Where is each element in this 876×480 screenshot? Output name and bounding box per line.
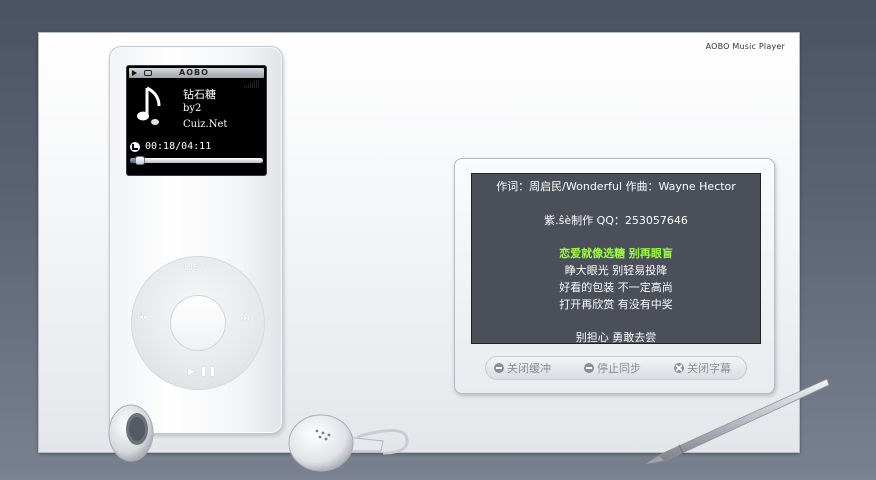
player-screen: AOBO 钻石糖 by2 Cuiz.Net 00:18/04:11 [126,65,267,176]
center-select-button[interactable] [170,295,226,351]
next-track-icon[interactable]: ⏭ [240,313,249,324]
player-panel: AOBO Music Player AOBO 钻石糖 by2 Cuiz.Net [38,32,830,472]
status-bar: AOBO [129,68,264,88]
lyrics-window: 作词：周启民/Wonderful 作曲：Wayne Hector 紫.ŝè制作 … [454,158,775,394]
stop-sync-label: 停止同步 [597,362,641,375]
menu-list-button[interactable]: LIST [184,263,207,273]
progress-bar[interactable] [130,156,263,165]
lyric-line: 作词：周启民/Wonderful 作曲：Wayne Hector [496,180,736,193]
close-buffer-button[interactable]: 关闭缓冲 [494,361,551,375]
track-site: Cuiz.Net [183,119,228,130]
lyric-line: 紫.ŝè制作 QQ：253057646 [544,214,688,227]
earbud-left-icon [108,404,154,462]
minus-circle-icon [584,363,594,373]
brand-label: AOBO [179,68,209,77]
previous-track-icon[interactable]: ⏮ [138,313,147,324]
stop-sync-button[interactable]: 停止同步 [584,361,641,375]
signal-icon [244,69,260,88]
music-note-icon [137,86,161,125]
lyric-line: 打开再欣赏 有没有中奖 [559,298,673,311]
clock-icon [130,142,140,152]
progress-knob[interactable] [134,156,145,165]
lyric-line: 别担心 勇敢去尝 [575,331,657,344]
stylus-pen-icon [642,378,830,466]
lyric-line: 睁大眼光 别轻易投降 [564,264,668,277]
lyric-line: 好看的包装 不一定高尚 [559,281,673,294]
music-player-device: AOBO 钻石糖 by2 Cuiz.Net 00:18/04:11 LIST ⏮… [109,46,283,434]
minus-circle-icon [494,363,504,373]
play-pause-icon[interactable]: ▶ ❚❚ [188,367,217,377]
play-icon [132,70,137,76]
time-display: 00:18/04:11 [145,141,212,152]
close-buffer-label: 关闭缓冲 [507,362,551,375]
app-title: AOBO Music Player [705,42,785,51]
earbud-right-icon [288,414,409,472]
track-title: 钻石糖 [183,88,216,101]
repeat-icon [144,70,152,76]
track-artist: by2 [183,103,202,114]
click-wheel[interactable]: LIST ⏮ ⏭ ▶ ❚❚ [131,256,265,390]
lyric-line-current: 恋爱就像选糖 别再眼盲 [559,247,673,260]
close-circle-icon [674,363,684,373]
lyrics-display: 作词：周启民/Wonderful 作曲：Wayne Hector 紫.ŝè制作 … [471,173,761,344]
